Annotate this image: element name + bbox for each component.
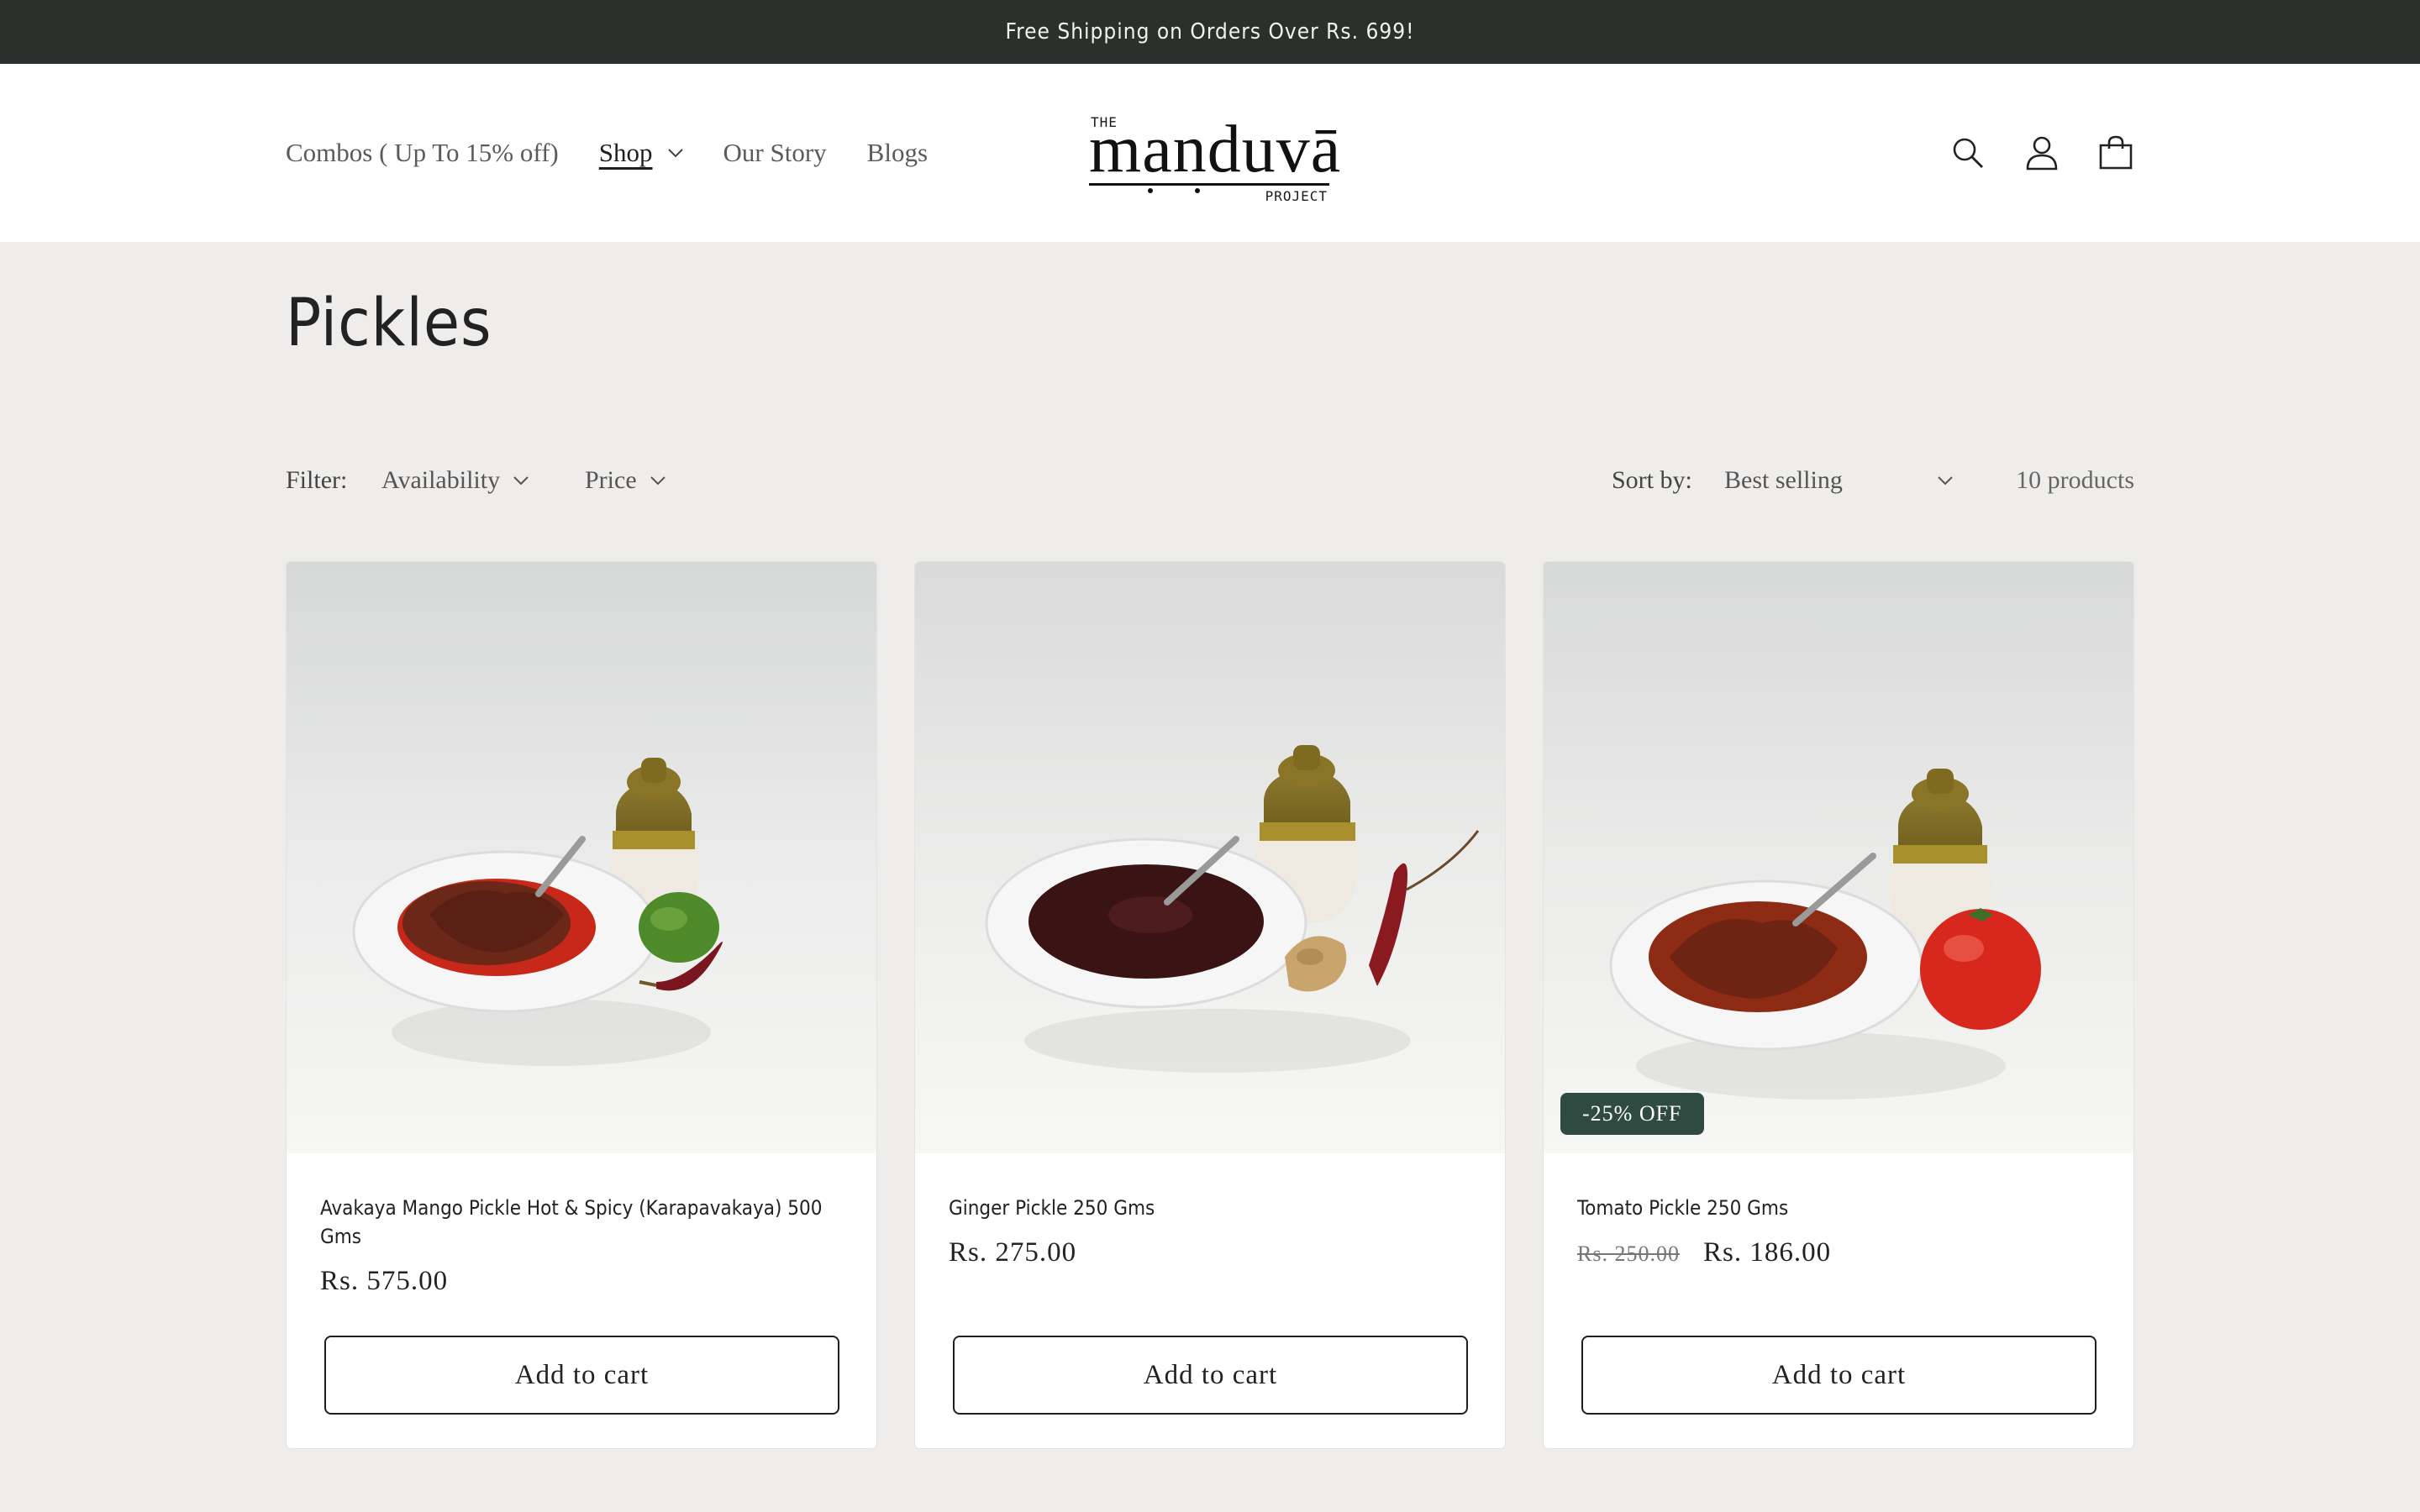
chevron-down-icon [667,149,683,158]
product-sale-price: Rs. 186.00 [1702,1237,1832,1268]
account-icon[interactable] [2023,134,2060,171]
sort-label: Sort by: [1612,466,1692,494]
chevron-down-icon [650,476,666,486]
product-image[interactable] [287,562,876,1153]
nav-item-shop-label: Shop [598,138,653,167]
product-card: Avakaya Mango Pickle Hot & Spicy (Karapa… [286,561,877,1449]
chevron-down-icon [513,476,529,486]
product-name[interactable]: Avakaya Mango Pickle Hot & Spicy (Karapa… [320,1194,850,1251]
price-filter[interactable]: Price [585,466,666,495]
add-to-cart-button[interactable]: Add to cart [324,1336,839,1415]
filter-bar: Filter: Availability Price Sort by: Best… [286,466,2134,500]
product-price: Rs. 250.00 Rs. 186.00 [1577,1237,1831,1268]
nav-item-blogs[interactable]: Blogs [867,138,928,168]
chevron-down-icon [1938,476,1953,486]
sort-select[interactable]: Best selling [1724,466,1953,495]
product-count: 10 products [2016,466,2134,494]
product-card: Ginger Pickle 250 Gms Rs. 275.00 Add to … [914,561,1506,1449]
availability-filter[interactable]: Availability [381,466,529,495]
site-header: Combos ( Up To 15% off) Shop Our Story B… [0,64,2420,242]
nav-item-shop[interactable]: Shop [599,138,683,168]
brand-logo[interactable]: THE manduvā PROJECT [1089,108,1340,204]
filter-label: Filter: [286,466,348,494]
nav-item-combos[interactable]: Combos ( Up To 15% off) [286,138,559,168]
sort-select-value: Best selling [1724,466,1843,494]
logo-wordmark: manduvā [1089,113,1342,186]
product-image[interactable] [1544,562,2133,1153]
main-nav: Combos ( Up To 15% off) Shop Our Story B… [286,64,968,242]
add-to-cart-button[interactable]: Add to cart [1581,1336,2096,1415]
page-title: Pickles [286,286,492,361]
announcement-text: Free Shipping on Orders Over Rs. 699! [1005,19,1415,45]
product-old-price: Rs. 250.00 [1577,1242,1680,1266]
logo-dot [1148,188,1153,193]
availability-filter-label: Availability [381,466,501,494]
product-name[interactable]: Ginger Pickle 250 Gms [949,1194,1478,1222]
price-filter-label: Price [585,466,637,494]
product-image[interactable] [915,562,1505,1153]
logo-rule [1089,183,1329,186]
product-price: Rs. 575.00 [320,1266,449,1296]
product-name[interactable]: Tomato Pickle 250 Gms [1577,1194,2107,1222]
add-to-cart-button[interactable]: Add to cart [953,1336,1468,1415]
search-icon[interactable] [1949,134,1986,171]
discount-badge: -25% OFF [1560,1093,1704,1135]
product-price: Rs. 275.00 [949,1237,1077,1268]
product-card: -25% OFF Tomato Pickle 250 Gms Rs. 250.0… [1543,561,2134,1449]
announcement-bar: Free Shipping on Orders Over Rs. 699! [0,0,2420,64]
nav-item-our-story[interactable]: Our Story [723,138,827,168]
header-icons [1949,64,2134,242]
cart-icon[interactable] [2097,134,2134,171]
logo-project: PROJECT [1265,188,1328,204]
logo-dot [1195,188,1200,193]
